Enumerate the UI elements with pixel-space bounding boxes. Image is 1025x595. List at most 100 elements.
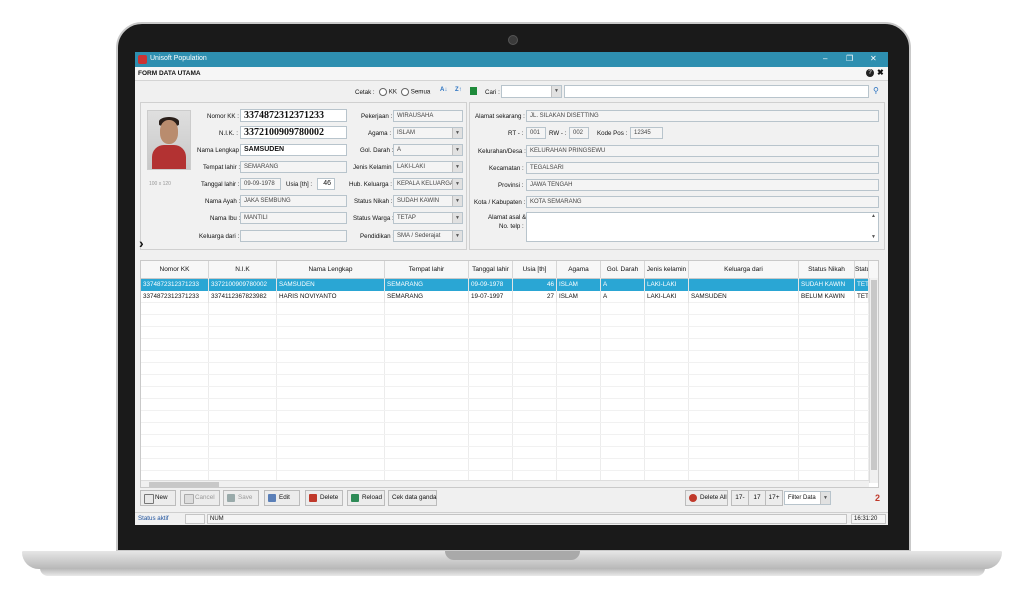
cek-data-ganda-button[interactable]: Cek data ganda xyxy=(388,490,437,506)
save-button[interactable]: Save xyxy=(223,490,259,506)
kelurahan-field[interactable]: KELURAHAN PRINGSEWU xyxy=(526,145,879,157)
reload-icon xyxy=(351,494,359,502)
close-button[interactable]: ✕ xyxy=(870,54,877,63)
column-header-nomor-kk[interactable]: Nomor KK xyxy=(141,261,209,278)
alamat-asal-textarea[interactable] xyxy=(526,212,879,242)
excel-export-icon[interactable] xyxy=(470,87,477,95)
agama-combo[interactable]: ISLAM ▼ xyxy=(393,127,463,139)
column-header-status-nikah[interactable]: Status Nikah xyxy=(799,261,855,278)
kode-pos-field[interactable]: 12345 xyxy=(630,127,663,139)
status-warga-combo[interactable]: TETAP ▼ xyxy=(393,212,463,224)
column-header-nama-lengkap[interactable]: Nama Lengkap xyxy=(277,261,385,278)
textarea-scroll-down-icon[interactable]: ▼ xyxy=(871,234,876,240)
alamat-sekarang-field[interactable]: JL. SILAKAN DISETTING xyxy=(526,110,879,122)
vertical-scrollbar[interactable] xyxy=(869,278,878,483)
cancel-button[interactable]: Cancel xyxy=(180,490,220,506)
column-divider xyxy=(468,278,469,483)
rt-label: RT - : xyxy=(508,130,524,137)
kelurahan-label: Kelurahan/Desa : xyxy=(478,148,526,155)
status-warga-label: Status Warga : xyxy=(353,215,394,222)
column-header-tanggal-lahir[interactable]: Tanggal lahir xyxy=(469,261,513,278)
cell-nomor-kk: 3374872312371233 xyxy=(141,291,209,303)
filter-under-17-button[interactable]: 17- xyxy=(731,490,749,506)
usia-field[interactable]: 46 xyxy=(317,178,335,190)
row-divider xyxy=(141,458,878,459)
column-header-agama[interactable]: Agama xyxy=(557,261,601,278)
column-header-jenis-kelamin[interactable]: Jenis kelamin xyxy=(645,261,689,278)
column-header-nik[interactable]: N.I.K xyxy=(209,261,277,278)
column-header-keluarga-dari[interactable]: Keluarga dari xyxy=(689,261,799,278)
sort-ascending-icon[interactable]: A↓ xyxy=(440,87,447,93)
camera-icon xyxy=(508,35,518,45)
nama-lengkap-label: Nama Lengkap : xyxy=(197,147,243,154)
tanggal-lahir-field[interactable]: 09-09-1978 xyxy=(240,178,281,190)
sort-descending-icon[interactable]: Z↑ xyxy=(455,87,462,93)
column-header-gol-darah[interactable]: Gol. Darah xyxy=(601,261,645,278)
cari-field-combo[interactable]: ▼ xyxy=(501,85,562,98)
row-divider xyxy=(141,362,878,363)
pendidikan-combo[interactable]: SMA / Sederajat ▼ xyxy=(393,230,463,242)
table-row[interactable]: 3374872312371233 3372100909780002 SAMSUDEN… xyxy=(141,279,878,291)
row-divider xyxy=(141,374,878,375)
cell-tempat-lahir: SEMARANG xyxy=(385,291,469,303)
alamat-asal-label: Alamat asal & xyxy=(488,214,527,221)
nama-ibu-field[interactable]: MANTILI xyxy=(240,212,347,224)
new-button[interactable]: New xyxy=(140,490,176,506)
horizontal-scroll-thumb[interactable] xyxy=(149,482,219,487)
photo-caption: 100 x 120 xyxy=(149,181,171,187)
filter-over-17-button[interactable]: 17+ xyxy=(765,490,783,506)
gol-darah-combo[interactable]: A ▼ xyxy=(393,144,463,156)
provinsi-field[interactable]: JAWA TENGAH xyxy=(526,179,879,191)
horizontal-scrollbar[interactable] xyxy=(141,480,869,487)
row-divider xyxy=(141,350,878,351)
column-header-status-warga[interactable]: Statu xyxy=(855,261,869,278)
photo-face xyxy=(160,120,178,144)
radio-semua[interactable]: Semua xyxy=(401,88,430,96)
radio-kk[interactable]: KK xyxy=(379,88,397,96)
filter-data-combo[interactable]: Filter Data ▼ xyxy=(784,491,831,505)
filter-data-value: Filter Data xyxy=(788,495,816,501)
pekerjaan-field[interactable]: WIRAUSAHA xyxy=(393,110,463,122)
edit-button[interactable]: Edit xyxy=(264,490,300,506)
keluarga-dari-field[interactable] xyxy=(240,230,347,242)
jenis-kelamin-combo[interactable]: LAKI-LAKI ▼ xyxy=(393,161,463,173)
kecamatan-label: Kecamatan : xyxy=(489,165,524,172)
nik-field[interactable]: 3372100909780002 xyxy=(240,126,347,139)
minimize-button[interactable]: – xyxy=(823,54,827,63)
rw-field[interactable]: 002 xyxy=(569,127,589,139)
jenis-kelamin-value: LAKI-LAKI xyxy=(397,164,426,170)
rt-field[interactable]: 001 xyxy=(526,127,546,139)
nomor-kk-field[interactable]: 3374872312371233 xyxy=(240,109,347,122)
tanggal-lahir-label: Tanggal lahir : xyxy=(201,181,240,188)
column-header-usia[interactable]: Usia [th] xyxy=(513,261,557,278)
cell-gol-darah: A xyxy=(601,291,645,303)
help-icon[interactable]: ? xyxy=(866,69,874,77)
textarea-scroll-up-icon[interactable]: ▲ xyxy=(871,213,876,219)
search-icon[interactable]: ⚲ xyxy=(873,86,879,95)
vertical-scroll-thumb[interactable] xyxy=(871,280,877,470)
reload-button[interactable]: Reload xyxy=(347,490,385,506)
nama-ayah-field[interactable]: JAKA SEMBUNG xyxy=(240,195,347,207)
search-input[interactable] xyxy=(564,85,869,98)
edit-icon xyxy=(268,494,276,502)
chevron-down-icon: ▼ xyxy=(452,145,462,155)
kota-field[interactable]: KOTA SEMARANG xyxy=(526,196,879,208)
table-row[interactable]: 3374872312371233 3374112367823982 HARIS NO… xyxy=(141,291,878,303)
gol-darah-label: Gol. Darah : xyxy=(360,147,394,154)
chevron-down-icon: ▼ xyxy=(452,162,462,172)
status-nikah-combo[interactable]: SUDAH KAWIN ▼ xyxy=(393,195,463,207)
expand-chevron-icon[interactable]: › xyxy=(139,235,144,251)
person-photo[interactable] xyxy=(147,110,191,170)
radio-kk-icon xyxy=(379,88,387,96)
tempat-lahir-field[interactable]: SEMARANG xyxy=(240,161,347,173)
kecamatan-field[interactable]: TEGALSARI xyxy=(526,162,879,174)
delete-button[interactable]: Delete xyxy=(305,490,343,506)
hub-keluarga-combo[interactable]: KEPALA KELUARGA ▼ xyxy=(393,178,463,190)
form-close-icon[interactable]: ✖ xyxy=(877,68,884,77)
column-header-tempat-lahir[interactable]: Tempat lahir xyxy=(385,261,469,278)
delete-all-button[interactable]: Delete All xyxy=(685,490,728,506)
restore-button[interactable]: ❐ xyxy=(846,54,853,63)
nama-lengkap-field[interactable]: SAMSUDEN xyxy=(240,144,347,156)
filter-17-button[interactable]: 17 xyxy=(748,490,766,506)
column-divider xyxy=(384,278,385,483)
